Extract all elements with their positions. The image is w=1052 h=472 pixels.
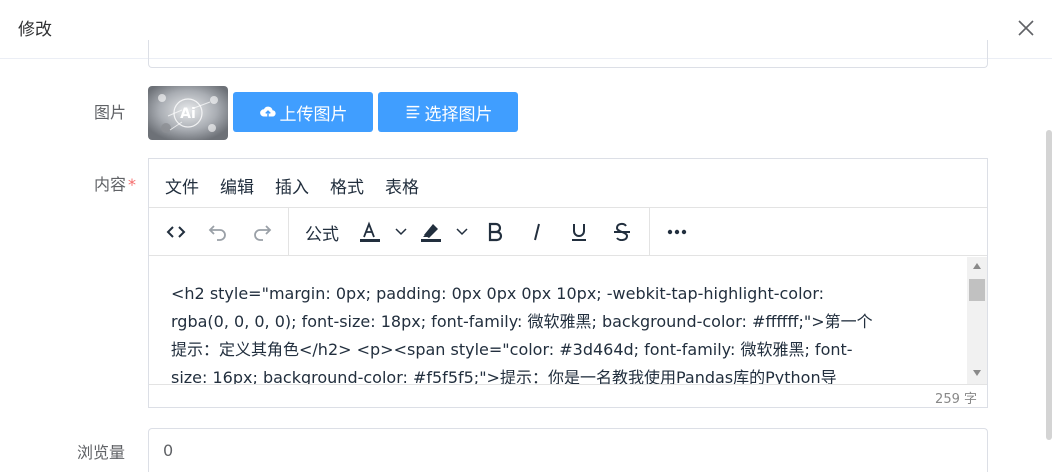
menu-insert[interactable]: 插入 bbox=[275, 173, 309, 198]
menu-edit[interactable]: 编辑 bbox=[220, 173, 254, 198]
rich-text-editor: 文件 编辑 插入 格式 表格 公式 <h2 style="margin: 0px… bbox=[148, 158, 988, 408]
scroll-up-icon[interactable] bbox=[973, 263, 981, 269]
upload-image-button[interactable]: 上传图片 bbox=[233, 92, 373, 132]
upload-button-label: 上传图片 bbox=[279, 104, 348, 124]
menu-table[interactable]: 表格 bbox=[385, 173, 419, 198]
content-label: 内容 * bbox=[94, 175, 137, 194]
redo-icon[interactable] bbox=[249, 218, 275, 246]
editor-toolbar: 公式 bbox=[149, 208, 987, 256]
previous-field-input[interactable] bbox=[148, 40, 988, 68]
italic-icon[interactable] bbox=[525, 218, 549, 246]
scroll-thumb[interactable] bbox=[969, 279, 985, 301]
editor-menubar: 文件 编辑 插入 格式 表格 bbox=[149, 159, 987, 208]
scroll-down-icon[interactable] bbox=[973, 370, 981, 376]
close-icon[interactable] bbox=[1015, 17, 1037, 39]
select-button-label: 选择图片 bbox=[424, 104, 493, 124]
required-mark: * bbox=[128, 175, 137, 194]
more-icon[interactable] bbox=[664, 218, 690, 246]
views-input[interactable]: 0 bbox=[148, 428, 988, 472]
word-count: 259 字 bbox=[935, 392, 977, 407]
menu-format[interactable]: 格式 bbox=[330, 173, 364, 198]
svg-text:Ai: Ai bbox=[180, 106, 196, 122]
editor-scrollbar[interactable] bbox=[967, 257, 987, 384]
underline-icon[interactable] bbox=[567, 218, 591, 246]
list-icon bbox=[406, 105, 419, 119]
editor-content-area[interactable]: <h2 style="margin: 0px; padding: 0px 0px… bbox=[149, 257, 969, 384]
editor-statusbar: 259 字 bbox=[149, 384, 987, 407]
dialog-title: 修改 bbox=[18, 20, 52, 40]
select-image-button[interactable]: 选择图片 bbox=[378, 92, 518, 132]
formula-label: 公式 bbox=[305, 224, 339, 245]
formula-button[interactable]: 公式 bbox=[304, 218, 340, 246]
bold-icon[interactable] bbox=[483, 218, 507, 246]
editor-content-text: <h2 style="margin: 0px; padding: 0px 0px… bbox=[171, 284, 873, 384]
toolbar-divider bbox=[288, 208, 289, 256]
strikethrough-icon[interactable] bbox=[610, 218, 634, 246]
menu-file[interactable]: 文件 bbox=[165, 173, 199, 198]
image-label: 图片 bbox=[94, 103, 127, 122]
toolbar-divider bbox=[649, 208, 650, 256]
cloud-upload-icon bbox=[259, 106, 276, 117]
undo-icon[interactable] bbox=[205, 218, 231, 246]
image-thumbnail[interactable]: Ai bbox=[148, 86, 228, 140]
page-scrollbar[interactable] bbox=[1046, 130, 1052, 440]
highlight-color-icon[interactable] bbox=[419, 218, 471, 246]
text-color-icon[interactable] bbox=[358, 218, 410, 246]
views-label: 浏览量 bbox=[77, 443, 126, 462]
source-code-icon[interactable] bbox=[163, 218, 189, 246]
views-value: 0 bbox=[163, 441, 174, 460]
